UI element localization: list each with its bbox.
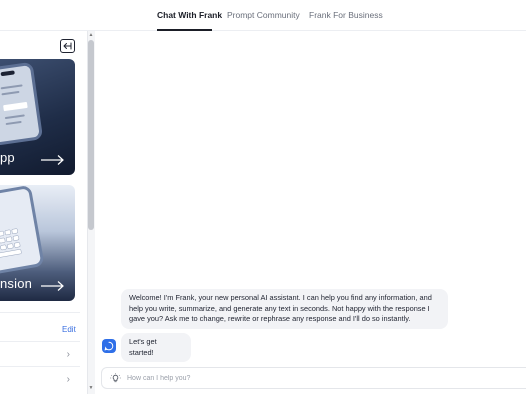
chevron-right-icon: › — [66, 374, 70, 385]
top-navigation: Chat With Frank Prompt Community Frank F… — [0, 0, 526, 31]
assistant-message: Welcome! I'm Frank, your new personal AI… — [121, 289, 448, 329]
list-item[interactable]: › — [0, 369, 80, 391]
collapse-left-icon[interactable] — [60, 39, 75, 53]
divider — [0, 366, 80, 367]
chat-input[interactable] — [127, 372, 507, 384]
scroll-down-icon[interactable]: ▼ — [88, 385, 94, 391]
edit-link[interactable]: Edit — [62, 325, 76, 334]
active-tab-indicator — [157, 29, 212, 31]
scrollbar-thumb[interactable] — [88, 40, 94, 230]
promo-card-label: nsion — [0, 276, 33, 291]
chat-input-bar — [101, 367, 526, 389]
arrow-right-icon — [41, 155, 64, 165]
tab-prompt-community[interactable]: Prompt Community — [227, 10, 300, 20]
frank-avatar-icon — [102, 339, 116, 353]
chevron-right-icon: › — [66, 349, 70, 360]
message-text: Let's get started! — [129, 337, 157, 357]
lightbulb-icon[interactable] — [110, 373, 121, 384]
divider — [0, 312, 80, 313]
message-text: Welcome! I'm Frank, your new personal AI… — [129, 293, 432, 324]
promo-card-label: pp — [0, 150, 15, 165]
arrow-right-icon — [41, 281, 64, 291]
scroll-up-icon[interactable]: ▲ — [88, 32, 94, 38]
sidebar: pp nsion Edit › › — [0, 31, 87, 394]
tab-frank-for-business[interactable]: Frank For Business — [309, 10, 383, 20]
divider — [0, 341, 80, 342]
phone-illustration — [0, 61, 44, 147]
promo-card-extension[interactable]: nsion — [0, 185, 75, 301]
tab-chat-with-frank[interactable]: Chat With Frank — [157, 10, 222, 20]
phone-illustration — [0, 185, 45, 276]
assistant-message: Let's get started! — [121, 333, 191, 363]
list-item[interactable]: › — [0, 344, 80, 366]
promo-card-app[interactable]: pp — [0, 59, 75, 175]
